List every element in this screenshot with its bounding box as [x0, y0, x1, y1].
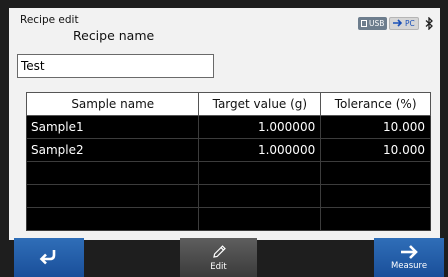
recipe-edit-panel: Recipe edit USB PC Recipe name Test Samp…	[9, 8, 440, 240]
measure-label: Measure	[390, 261, 428, 271]
bluetooth-icon	[425, 16, 433, 30]
pc-indicator: PC	[389, 16, 419, 30]
tolerance-cell[interactable]: 10.000	[320, 138, 431, 162]
window-title: Recipe edit	[20, 14, 79, 26]
pc-link-icon	[393, 19, 403, 27]
sample-name-cell[interactable]: Sample2	[25, 138, 200, 162]
target-value-cell[interactable]	[198, 161, 322, 185]
table-header-row: Sample name Target value (g) Tolerance (…	[25, 92, 431, 116]
pencil-icon	[212, 245, 226, 258]
usb-indicator: USB	[358, 16, 388, 30]
column-header-tolerance: Tolerance (%)	[320, 92, 431, 116]
usb-badge: USB	[358, 16, 388, 30]
sample-name-cell[interactable]	[25, 184, 200, 208]
recipe-name-field[interactable]: Test	[17, 54, 214, 78]
samples-table: Sample name Target value (g) Tolerance (…	[25, 92, 431, 231]
column-header-sample-name: Sample name	[25, 92, 200, 116]
table-row[interactable]	[25, 207, 431, 231]
tolerance-cell[interactable]	[320, 184, 431, 208]
table-row[interactable]	[25, 161, 431, 185]
tolerance-cell[interactable]: 10.000	[320, 115, 431, 139]
target-value-cell[interactable]	[198, 184, 322, 208]
sample-name-cell[interactable]	[25, 207, 200, 231]
target-value-cell[interactable]: 1.000000	[198, 115, 322, 139]
bluetooth-indicator	[425, 16, 434, 30]
sample-name-cell[interactable]	[25, 161, 200, 185]
pc-label: PC	[405, 18, 415, 28]
table-row[interactable]: Sample2 1.000000 10.000	[25, 138, 431, 162]
return-arrow-icon	[39, 250, 56, 265]
screen: Recipe edit USB PC Recipe name Test Samp…	[0, 0, 448, 277]
measure-button[interactable]: Measure	[374, 238, 444, 277]
target-value-cell[interactable]	[198, 207, 322, 231]
edit-button[interactable]: Edit	[180, 238, 257, 277]
tolerance-cell[interactable]	[320, 161, 431, 185]
back-button[interactable]	[14, 238, 84, 277]
usb-icon	[361, 19, 367, 27]
usb-label: USB	[369, 18, 385, 28]
edit-label: Edit	[210, 262, 227, 272]
sample-name-cell[interactable]: Sample1	[25, 115, 200, 139]
tolerance-cell[interactable]	[320, 207, 431, 231]
column-header-target-value: Target value (g)	[198, 92, 322, 116]
right-arrow-icon	[401, 245, 418, 259]
pc-badge: PC	[389, 16, 419, 30]
table-row[interactable]: Sample1 1.000000 10.000	[25, 115, 431, 139]
table-row[interactable]	[25, 184, 431, 208]
target-value-cell[interactable]: 1.000000	[198, 138, 322, 162]
recipe-name-label: Recipe name	[73, 28, 155, 43]
